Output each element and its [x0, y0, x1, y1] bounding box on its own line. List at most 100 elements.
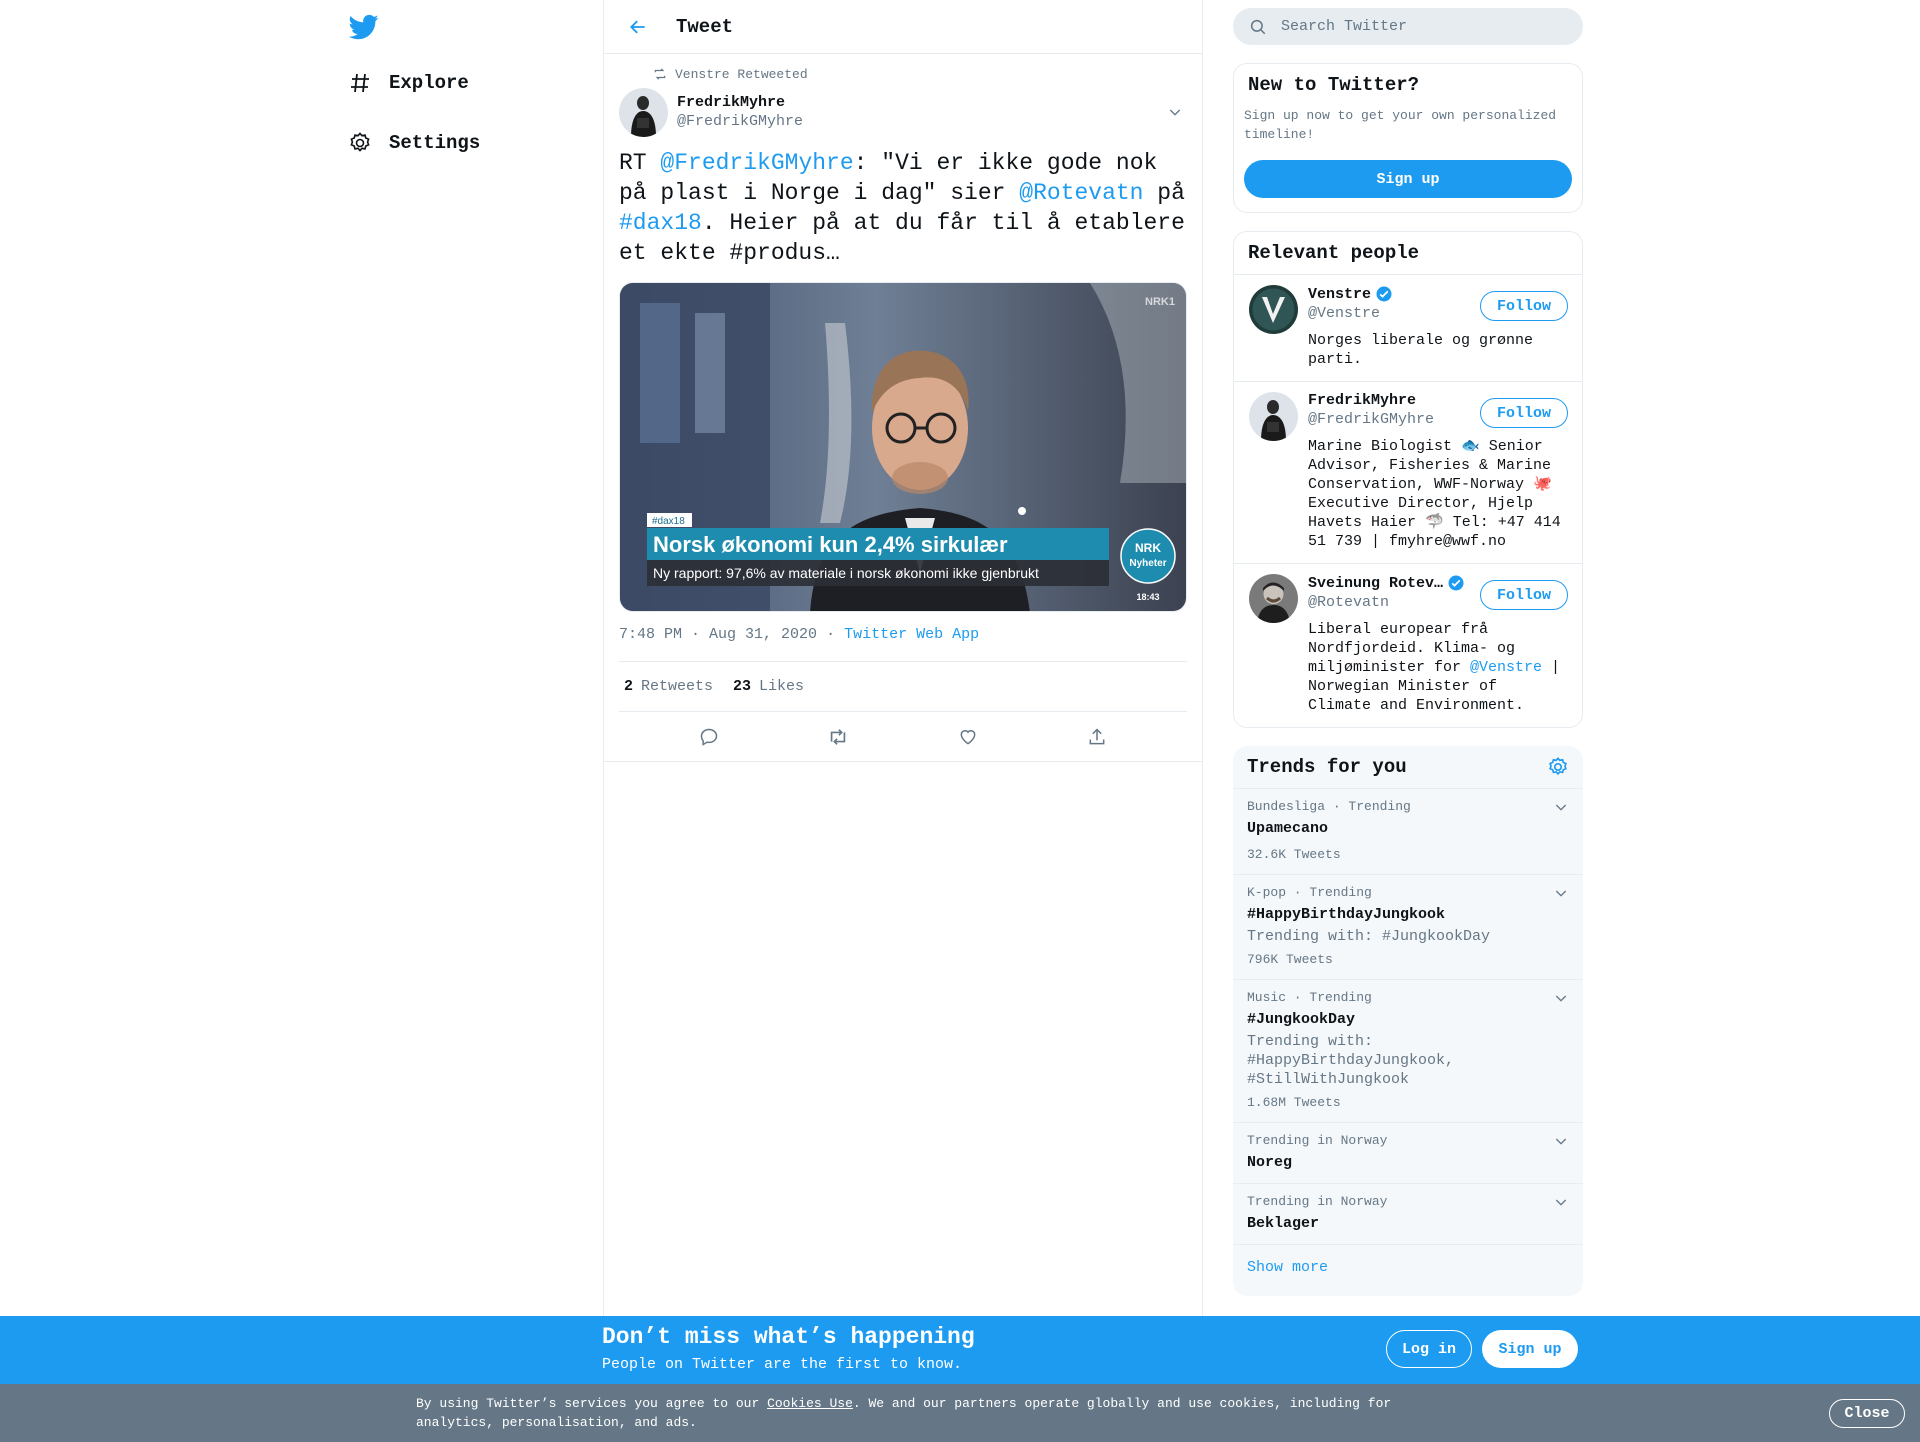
nav-explore[interactable]: Explore — [345, 63, 469, 103]
bio-mention-link[interactable]: @Venstre — [1470, 659, 1542, 676]
mention-link[interactable]: @FredrikGMyhre — [660, 150, 853, 176]
trend-item[interactable]: K-pop · Trending #HappyBirthdayJungkook … — [1233, 875, 1583, 980]
author-avatar[interactable] — [619, 87, 668, 137]
login-button[interactable]: Log in — [1386, 1330, 1472, 1368]
trend-count: 32.6K Tweets — [1247, 847, 1341, 862]
person-item[interactable]: Venstre @Venstre Norges liberale og grøn… — [1234, 275, 1582, 382]
trend-context: K-pop · Trending — [1247, 885, 1372, 900]
trend-item[interactable]: Music · Trending #JungkookDay Trending w… — [1233, 980, 1583, 1123]
person-handle[interactable]: @FredrikGMyhre — [1308, 411, 1478, 428]
follow-button[interactable]: Follow — [1480, 580, 1568, 610]
tweet-text-part: RT — [619, 150, 661, 176]
person-item[interactable]: Sveinung Rotev… @Rotevatn Liberal europe… — [1234, 564, 1582, 727]
show-more-link[interactable]: Show more — [1233, 1245, 1583, 1296]
banner-subtitle: People on Twitter are the first to know. — [602, 1356, 963, 1373]
trend-context: Trending in Norway — [1247, 1194, 1388, 1209]
retweet-icon — [831, 728, 846, 745]
cookie-bar: By using Twitter’s services you agree to… — [0, 1384, 1920, 1442]
page-title: Tweet — [676, 15, 734, 38]
hashtag-link[interactable]: #dax18 — [619, 210, 702, 236]
cookie-close-button[interactable]: Close — [1829, 1399, 1905, 1428]
likes-label[interactable]: Likes — [759, 678, 804, 695]
retweets-count[interactable]: 2 — [624, 678, 633, 695]
author-name[interactable]: FredrikMyhre — [677, 93, 803, 112]
person-name[interactable]: Sveinung Rotev… — [1308, 575, 1443, 592]
trend-name: #HappyBirthdayJungkook — [1247, 906, 1446, 923]
new-to-twitter-card: New to Twitter? Sign up now to get your … — [1233, 63, 1583, 213]
sidebar-signup-button[interactable]: Sign up — [1244, 160, 1572, 198]
trend-with: Trending with: #JungkookDay — [1247, 928, 1491, 945]
chevron-down-icon[interactable] — [1553, 1194, 1569, 1210]
person-avatar[interactable] — [1249, 392, 1298, 441]
person-bio: Liberal europear frå Nordfjordeid. Klima… — [1308, 620, 1568, 715]
tweet-text: RT @FredrikGMyhre: "Vi er ikke gode nok … — [619, 148, 1187, 268]
arrow-left-icon — [630, 20, 645, 33]
author-handle[interactable]: @FredrikGMyhre — [677, 112, 803, 131]
share-button[interactable] — [1079, 719, 1115, 755]
nav-settings[interactable]: Settings — [345, 123, 480, 163]
cookies-use-link[interactable]: Cookies Use — [767, 1396, 853, 1411]
back-button[interactable] — [618, 7, 658, 47]
relevant-people-title: Relevant people — [1234, 232, 1582, 275]
person-name[interactable]: Venstre — [1308, 286, 1371, 303]
media-corner-logo: NRK1 — [1145, 296, 1175, 308]
reply-icon — [700, 728, 718, 746]
like-button[interactable] — [950, 719, 986, 755]
mention-link[interactable]: @Rotevatn — [1019, 180, 1143, 206]
person-name[interactable]: FredrikMyhre — [1308, 392, 1416, 409]
follow-button[interactable]: Follow — [1480, 398, 1568, 428]
trend-context: Music · Trending — [1247, 990, 1372, 1005]
retweet-button[interactable] — [820, 719, 856, 755]
chevron-down-icon — [1169, 109, 1181, 116]
trend-context: Trending in Norway — [1247, 1133, 1388, 1148]
trend-count: 796K Tweets — [1247, 952, 1333, 967]
twitter-logo-icon[interactable] — [348, 12, 381, 44]
person-bio: Marine Biologist 🐟 Senior Advisor, Fishe… — [1308, 438, 1561, 550]
chevron-down-icon[interactable] — [1553, 799, 1569, 815]
media-logo-bottom: Nyheter — [1129, 558, 1166, 569]
person-avatar[interactable] — [1249, 574, 1298, 623]
search-input[interactable] — [1281, 18, 1541, 35]
tweet-author: FredrikMyhre @FredrikGMyhre — [619, 86, 1187, 138]
media-clock: 18:43 — [1136, 592, 1159, 602]
trend-name: Upamecano — [1247, 820, 1329, 837]
banner-title: Don’t miss what’s happening — [602, 1324, 975, 1350]
media-headline: Norsk økonomi kun 2,4% sirkulær — [653, 532, 1008, 557]
tweet-menu-button[interactable] — [1163, 100, 1187, 124]
search-box[interactable] — [1233, 8, 1583, 45]
person-bio: Norges liberale og grønne parti. — [1308, 332, 1534, 368]
signup-banner: Don’t miss what’s happening People on Tw… — [0, 1316, 1920, 1384]
person-avatar[interactable] — [1249, 285, 1298, 334]
trend-count: 1.68M Tweets — [1247, 1095, 1341, 1110]
trend-item[interactable]: Bundesliga · Trending Upamecano 32.6K Tw… — [1233, 789, 1583, 875]
likes-count[interactable]: 23 — [733, 678, 751, 695]
tweet-meta: 7:48 PM · Aug 31, 2020 · Twitter Web App — [619, 626, 1187, 662]
trend-name: #JungkookDay — [1247, 1011, 1356, 1028]
person-item[interactable]: FredrikMyhre @FredrikGMyhre Marine Biolo… — [1234, 382, 1582, 564]
cookie-text: By using Twitter’s services you agree to… — [416, 1394, 1416, 1432]
retweet-icon — [654, 68, 666, 80]
trend-item[interactable]: Trending in Norway Noreg — [1233, 1123, 1583, 1184]
meta-separator: · — [826, 626, 836, 643]
tweet-media[interactable]: #dax18 Norsk økonomi kun 2,4% sirkulær N… — [619, 282, 1187, 612]
trend-name: Beklager — [1247, 1215, 1320, 1232]
media-subline: Ny rapport: 97,6% av materiale i norsk ø… — [653, 565, 1039, 581]
reply-button[interactable] — [691, 719, 727, 755]
trend-name: Noreg — [1247, 1154, 1293, 1171]
main-column: Tweet Venstre Retweeted FredrikMyhre @Fr… — [603, 0, 1203, 1316]
person-handle[interactable]: @Venstre — [1308, 305, 1478, 322]
person-handle[interactable]: @Rotevatn — [1308, 594, 1478, 611]
heart-icon — [960, 729, 976, 745]
chevron-down-icon[interactable] — [1553, 990, 1569, 1006]
retweets-label[interactable]: Retweets — [641, 678, 713, 695]
signup-button[interactable]: Sign up — [1482, 1330, 1578, 1368]
gear-icon[interactable] — [1547, 756, 1569, 778]
follow-button[interactable]: Follow — [1480, 291, 1568, 321]
chevron-down-icon[interactable] — [1553, 1133, 1569, 1149]
trend-item[interactable]: Trending in Norway Beklager — [1233, 1184, 1583, 1245]
tweet-text-part: . Heier på at du får til å etablere et e… — [619, 210, 1185, 266]
tweet-timestamp[interactable]: 7:48 PM · Aug 31, 2020 — [619, 626, 817, 643]
chevron-down-icon[interactable] — [1553, 885, 1569, 901]
new-to-twitter-subtitle: Sign up now to get your own personalized… — [1244, 108, 1557, 142]
tweet-source-link[interactable]: Twitter Web App — [844, 626, 979, 643]
